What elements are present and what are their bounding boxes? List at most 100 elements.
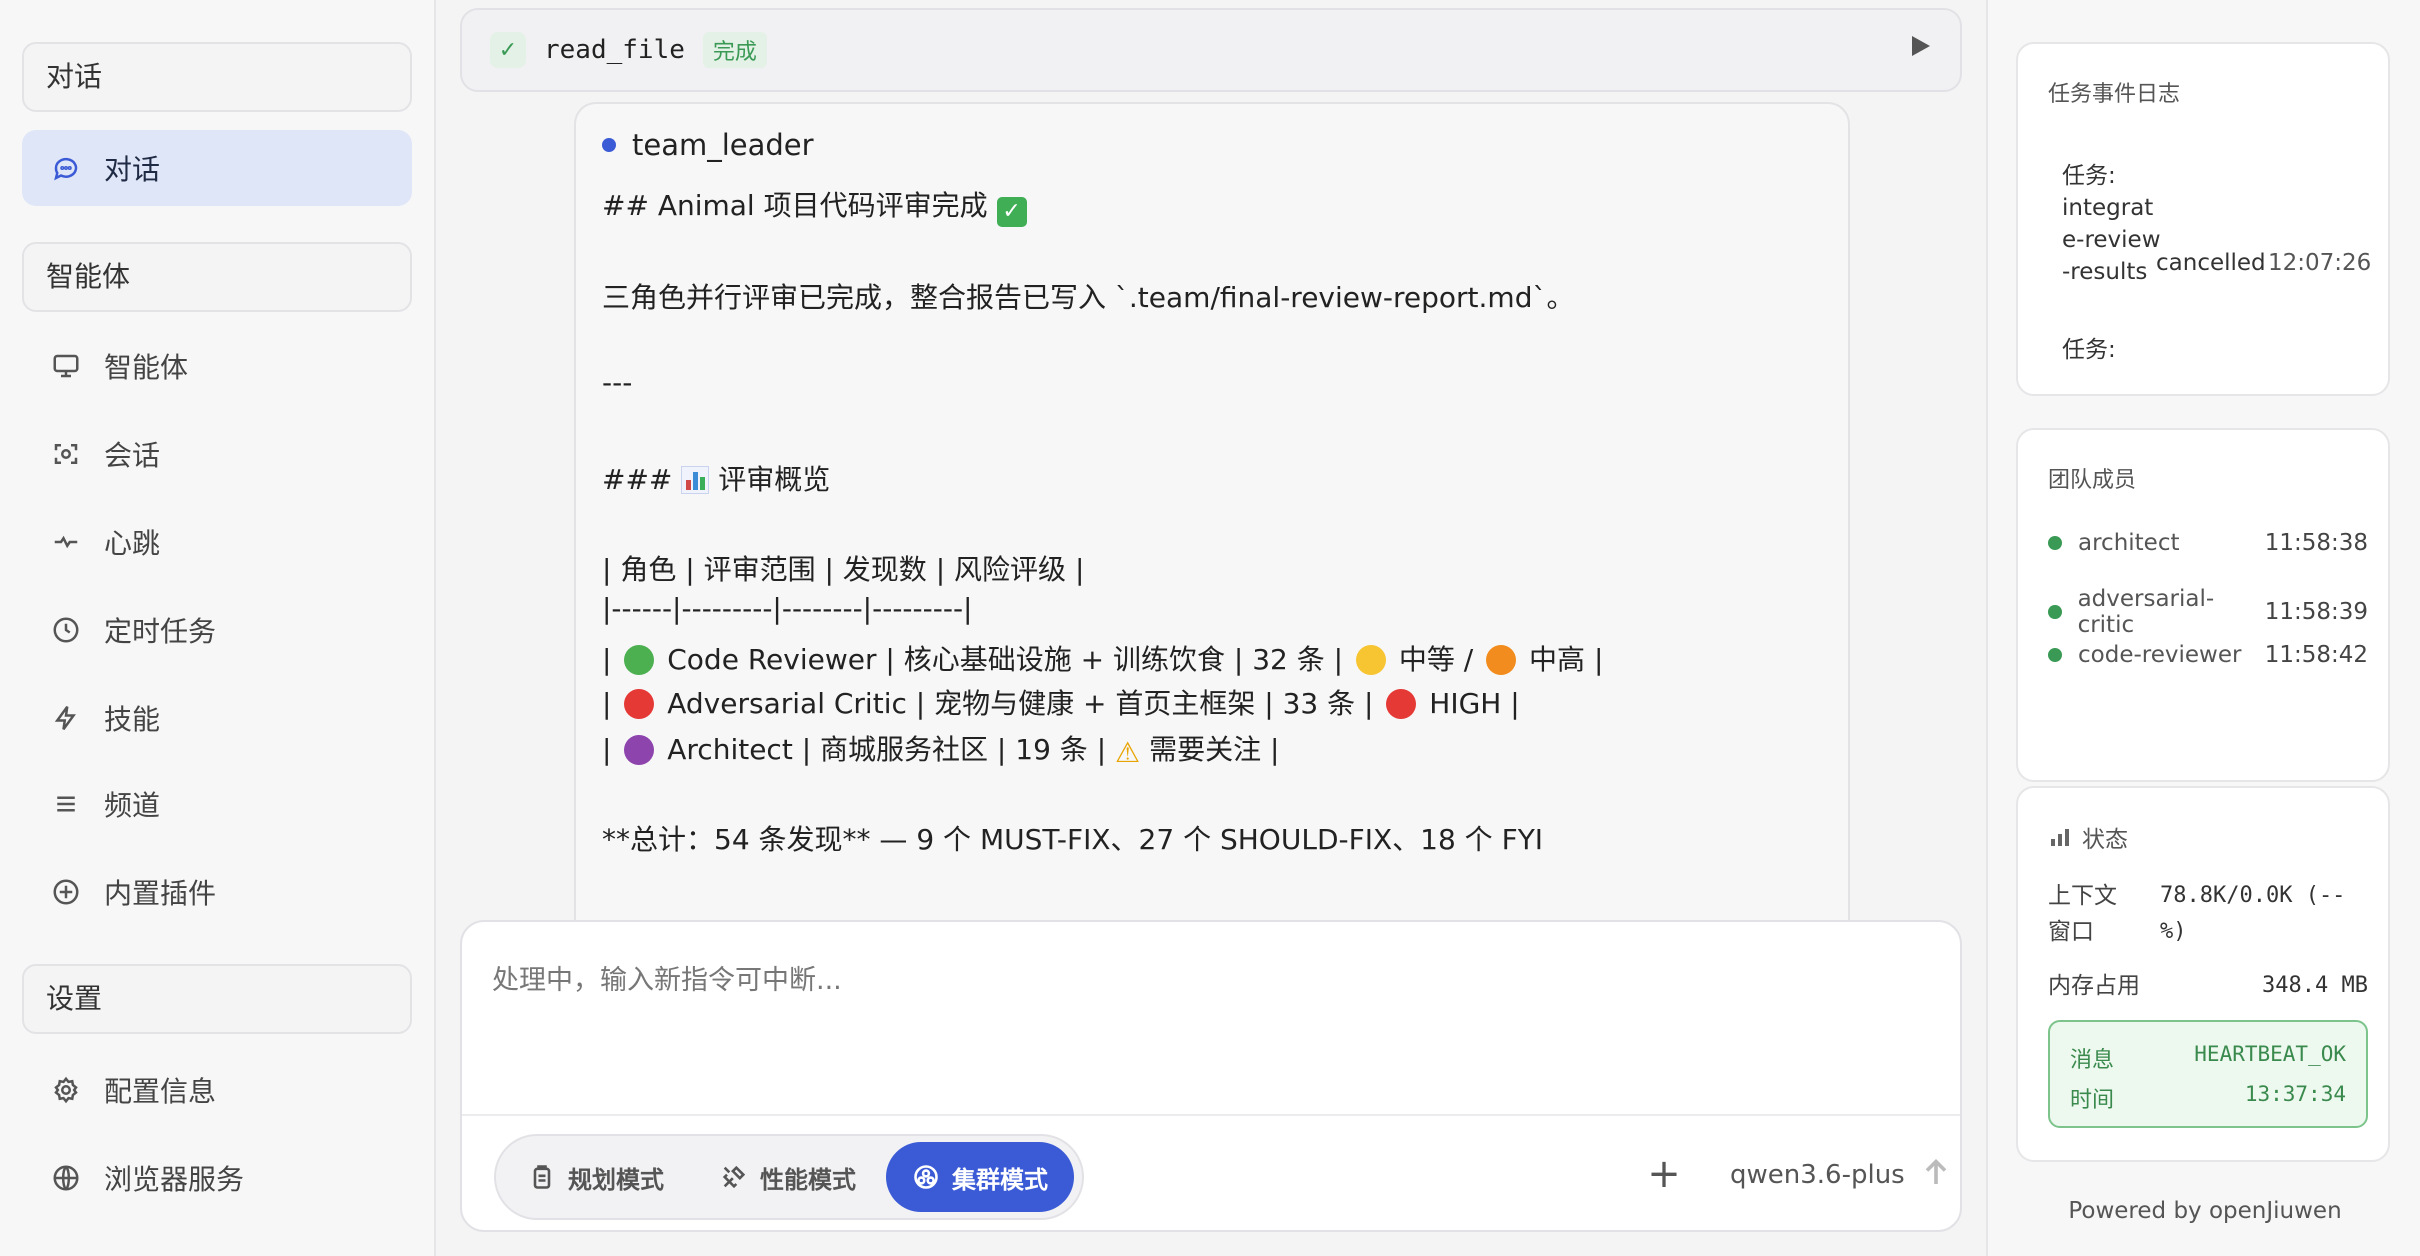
message-card: team_leader ## Animal 项目代码评审完成 ✓ 三角色并行评审…	[574, 102, 1850, 932]
heartbeat-box: 消息 HEARTBEAT_OK 时间 13:37:34	[2048, 1020, 2368, 1128]
panel-title: 状态	[2048, 820, 2128, 854]
sidebar-item-config[interactable]: 配置信息	[22, 1052, 412, 1128]
sidebar-item-builtin-plugins[interactable]: 内置插件	[22, 854, 412, 930]
clipboard-icon	[533, 1165, 551, 1189]
section-header-chat[interactable]: 对话	[22, 42, 412, 112]
clock-icon	[46, 610, 86, 650]
yellow-circle-icon	[1355, 645, 1386, 675]
message-line: ---	[602, 366, 633, 399]
team-member[interactable]: adversarial-critic 11:58:39	[2048, 586, 2368, 638]
sidebar-item-scheduled-tasks[interactable]: 定时任务	[22, 592, 412, 668]
sidebar-item-chat[interactable]: 对话	[22, 130, 412, 206]
member-time: 11:58:42	[2264, 642, 2368, 668]
message-line: ### 评审概览	[602, 463, 831, 496]
message-line: **总计：54 条发现** — 9 个 MUST-FIX、27 个 SHOULD…	[602, 823, 1544, 856]
purple-circle-icon	[624, 735, 655, 765]
signal-bars-icon	[2051, 829, 2069, 846]
session-icon	[46, 434, 86, 474]
monitor-icon	[46, 346, 86, 386]
message-line: 三角色并行评审已完成，整合报告已写入 `.team/final-review-r…	[602, 281, 1575, 314]
mode-label: 集群模式	[952, 1165, 1048, 1194]
sidebar-item-sessions[interactable]: 会话	[22, 416, 412, 492]
bar-chart-emoji-icon	[681, 466, 710, 494]
sidebar-item-label: 技能	[104, 703, 161, 736]
send-button[interactable]	[1918, 1154, 1958, 1194]
red-circle-icon	[1386, 689, 1417, 719]
sidebar-item-agents[interactable]: 智能体	[22, 328, 412, 404]
memory-usage-label: 内存占用	[2048, 973, 2140, 999]
context-window-label: 上下文窗口	[2048, 883, 2117, 945]
sidebar-item-label: 定时任务	[104, 615, 217, 648]
sidebar-item-label: 配置信息	[104, 1075, 217, 1108]
message-line: ## Animal 项目代码评审完成 ✓	[602, 184, 1027, 227]
status-panel: 状态 上下文窗口 78.8K/0.0K (--%) 内存占用 348.4 MB …	[2016, 786, 2390, 1162]
author-name: team_leader	[632, 128, 814, 162]
log-entry-status: cancelled	[2156, 250, 2266, 276]
cluster-mode-button[interactable]: 集群模式	[886, 1142, 1074, 1212]
right-panel: 任务事件日志 任务: integrate-review-results canc…	[1986, 0, 2420, 1256]
bolt-icon	[46, 698, 86, 738]
menu-icon	[46, 784, 86, 824]
heartbeat-message-label: 消息	[2070, 1048, 2115, 1073]
memory-usage-value: 348.4 MB	[2262, 973, 2368, 998]
online-dot	[2048, 536, 2062, 550]
sidebar-item-label: 智能体	[104, 351, 189, 384]
sidebar-item-heartbeat[interactable]: 心跳	[22, 504, 412, 580]
panel-title: 任务事件日志	[2048, 82, 2181, 107]
gear-icon	[46, 1070, 86, 1110]
member-name: code-reviewer	[2078, 642, 2242, 668]
message-author: team_leader	[602, 128, 814, 162]
pulse-icon	[46, 522, 86, 562]
tool-name: read_file	[544, 35, 685, 65]
main-area: ✓ read_file 完成 team_leader ## Animal 项目代…	[438, 0, 1984, 1256]
orange-circle-icon	[1486, 645, 1517, 675]
performance-mode-button[interactable]: 性能模式	[694, 1142, 882, 1212]
arrow-up-icon	[1925, 1158, 1947, 1184]
chat-bubble-icon	[46, 148, 86, 188]
message-line: | Adversarial Critic | 宠物与健康 + 首页主框架 | 3…	[602, 687, 1520, 720]
log-entry-label: 任务:	[2062, 337, 2116, 363]
section-header-settings[interactable]: 设置	[22, 964, 412, 1034]
log-entry-label: 任务:	[2062, 163, 2116, 189]
sidebar-item-label: 心跳	[104, 527, 161, 560]
plan-mode-button[interactable]: 规划模式	[502, 1142, 690, 1212]
member-name: architect	[2078, 530, 2180, 556]
cluster-icon	[914, 1165, 938, 1189]
online-dot	[2048, 648, 2062, 662]
check-icon: ✓	[490, 32, 526, 68]
sidebar-item-label: 浏览器服务	[104, 1163, 245, 1196]
message-line: | Code Reviewer | 核心基础设施 + 训练饮食 | 32 条 |…	[602, 643, 1604, 676]
sidebar-item-skills[interactable]: 技能	[22, 680, 412, 756]
member-time: 11:58:39	[2264, 599, 2368, 625]
heartbeat-message-value: HEARTBEAT_OK	[2194, 1042, 2346, 1066]
team-member[interactable]: code-reviewer 11:58:42	[2048, 642, 2368, 668]
model-selector[interactable]: qwen3.6-plus	[1730, 1160, 1905, 1190]
sidebar-item-label: 频道	[104, 789, 161, 822]
log-entry-task-name: integrate-review-results	[2062, 195, 2161, 285]
author-status-dot	[602, 138, 616, 152]
sidebar-item-browser-service[interactable]: 浏览器服务	[22, 1140, 412, 1216]
composer: 规划模式 性能模式 集群模式 + qwen3.6-plus	[460, 920, 1962, 1232]
message-input[interactable]	[492, 950, 1892, 1010]
member-name: adversarial-critic	[2077, 586, 2215, 638]
add-attachment-button[interactable]: +	[1642, 1154, 1686, 1198]
team-member[interactable]: architect 11:58:38	[2048, 530, 2368, 556]
mode-selector: 规划模式 性能模式 集群模式	[494, 1134, 1084, 1220]
message-line: | 角色 | 评审范围 | 发现数 | 风险评级 |	[602, 553, 1085, 586]
check-mark-emoji-icon: ✓	[996, 197, 1027, 227]
task-event-log-panel: 任务事件日志 任务: integrate-review-results canc…	[2016, 42, 2390, 396]
powered-by-footer: Powered by openJiuwen	[2068, 1198, 2342, 1224]
composer-divider	[462, 1114, 1960, 1116]
plus-circle-icon	[46, 872, 86, 912]
green-circle-icon	[624, 645, 655, 675]
panel-title: 团队成员	[2048, 468, 2137, 493]
context-window-value: 78.8K/0.0K (--%)	[2160, 883, 2346, 944]
tool-call-bar[interactable]: ✓ read_file 完成	[460, 8, 1962, 92]
expand-play-icon[interactable]	[1912, 36, 1930, 56]
section-header-agents[interactable]: 智能体	[22, 242, 412, 312]
online-dot	[2048, 605, 2062, 619]
sidebar-item-label: 会话	[104, 439, 161, 472]
sidebar-item-label: 对话	[104, 153, 161, 186]
sidebar-item-channels[interactable]: 频道	[22, 766, 412, 842]
member-time: 11:58:38	[2264, 530, 2368, 556]
